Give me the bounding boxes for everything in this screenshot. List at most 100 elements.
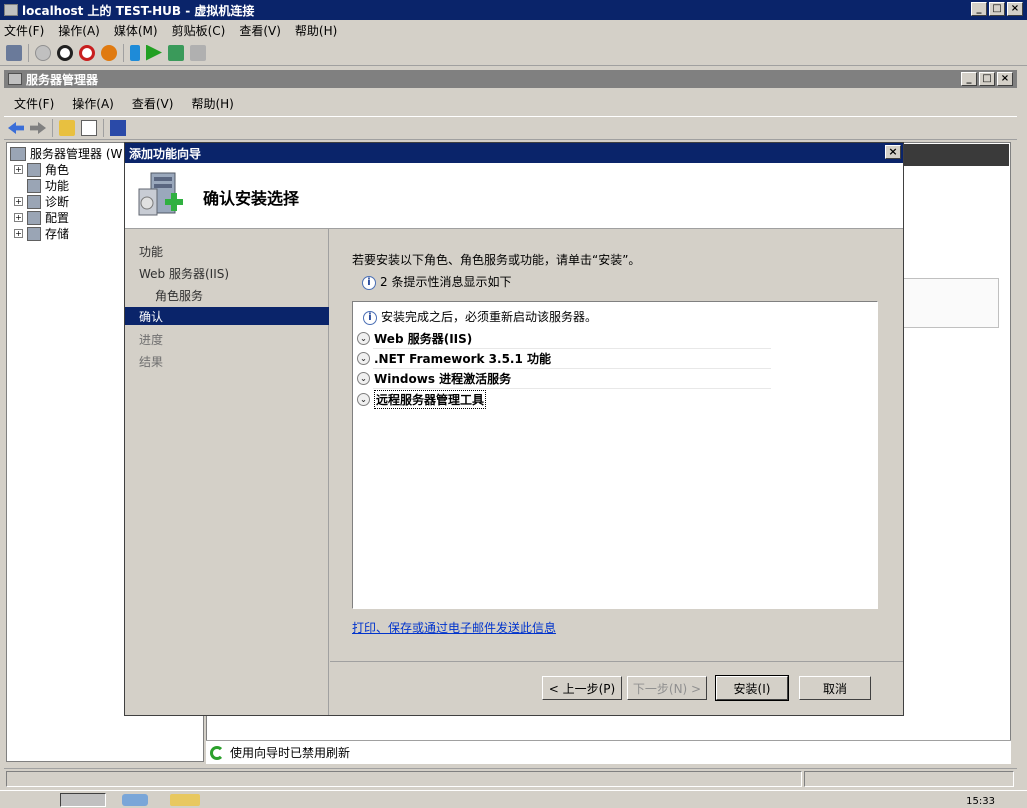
roles-icon [27,162,41,177]
back-button[interactable]: < 上一步(P) [542,676,622,700]
vm-menu-clipboard[interactable]: 剪贴板(C) [172,22,226,39]
confirmation-list[interactable]: i 安装完成之后，必须重新启动该服务器。 ⌄ Web 服务器(IIS) ⌄ .NE… [352,301,878,609]
warning-count: i 2 条提示性消息显示如下 [362,273,511,290]
start-icon[interactable] [35,44,51,61]
wizard-step-confirmation[interactable]: 确认 [125,307,329,325]
sm-maximize-button[interactable]: □ [979,72,995,86]
maximize-button[interactable]: □ [989,2,1005,16]
revert-icon[interactable] [190,44,206,61]
wizard-step-web-server[interactable]: Web 服务器(IIS) [139,265,229,282]
tree-item-features[interactable]: 功能 [27,177,69,194]
print-save-email-link[interactable]: 打印、保存或通过电子邮件发送此信息 [352,619,556,636]
result-net-framework[interactable]: ⌄ .NET Framework 3.5.1 功能 [357,350,551,367]
vm-menu-media[interactable]: 媒体(M) [114,22,158,39]
explorer-icon[interactable] [170,794,200,806]
taskbar [0,790,1027,808]
ctrl-alt-del-icon[interactable] [6,44,22,61]
sm-menu-file[interactable]: 文件(F) [14,95,54,112]
chevron-down-icon[interactable]: ⌄ [357,352,370,365]
info-icon: i [363,310,377,325]
result-was[interactable]: ⌄ Windows 进程激活服务 [357,370,511,387]
tree-item-configuration[interactable]: + 配置 [14,209,69,226]
tree-label: 存储 [45,227,70,241]
sm-toolbar [4,116,1017,140]
dialog-close-button[interactable]: × [885,145,901,159]
expand-icon[interactable]: + [14,165,23,174]
dialog-titlebar: 添加功能向导 × [125,143,903,163]
expand-icon[interactable]: + [14,229,23,238]
warning-count-text: 2 条提示性消息显示如下 [380,275,512,289]
chevron-down-icon[interactable]: ⌄ [357,332,370,345]
chevron-down-icon[interactable]: ⌄ [357,372,370,385]
sm-close-button[interactable]: × [997,72,1013,86]
info-icon: i [362,275,376,290]
next-button: 下一步(N) > [627,676,707,700]
wizard-step-confirmation-label: 确认 [139,310,164,324]
sm-menubar: 文件(F) 操作(A) 查看(V) 帮助(H) [4,92,1017,114]
tree-label: 配置 [45,211,70,225]
dialog-page-title: 确认安装选择 [203,189,300,208]
forward-arrow-icon[interactable] [30,122,46,134]
dialog-title: 添加功能向导 [129,146,202,161]
sm-refresh-status: 使用向导时已禁用刷新 [206,740,1011,764]
sm-menu-view[interactable]: 查看(V) [132,95,174,112]
vm-menu-view[interactable]: 查看(V) [239,22,281,39]
power-icon[interactable] [101,44,117,61]
tree-root[interactable]: 服务器管理器 (W [10,145,122,162]
sm-menu-help[interactable]: 帮助(H) [191,95,233,112]
server-icon [10,146,26,161]
vm-connect-icon [4,4,18,16]
minimize-button[interactable]: _ [971,2,987,16]
add-features-wizard: 添加功能向导 × 确认安装选择 功能 Web 服务器(IIS) 角色服务 确认 … [124,142,904,716]
snapshot-icon[interactable] [168,44,184,61]
install-button[interactable]: 安装(I) [715,675,789,701]
shutdown-icon[interactable] [79,44,95,61]
server-manager-titlebar: 服务器管理器 _ □ × [4,70,1017,88]
vm-menu-help[interactable]: 帮助(H) [295,22,337,39]
refresh-status-text: 使用向导时已禁用刷新 [230,746,351,760]
tree-label: 功能 [45,179,70,193]
chevron-down-icon[interactable]: ⌄ [357,393,370,406]
expand-icon[interactable]: + [14,213,23,222]
row-divider [373,348,771,349]
dialog-header: 确认安装选择 [125,163,903,229]
restart-notice: i 安装完成之后，必须重新启动该服务器。 [363,308,597,325]
tree-item-storage[interactable]: + 存储 [14,225,69,242]
turn-off-icon[interactable] [57,44,73,61]
server-manager-icon [8,73,22,85]
cancel-button[interactable]: 取消 [799,676,871,700]
back-arrow-icon[interactable] [8,122,24,134]
sm-minimize-button[interactable]: _ [961,72,977,86]
help-icon[interactable] [110,120,126,136]
result-label: Web 服务器(IIS) [374,332,473,346]
vm-menu-file[interactable]: 文件(F) [4,22,44,39]
wizard-step-role-services[interactable]: 角色服务 [155,287,203,304]
result-label: Windows 进程激活服务 [374,372,512,386]
show-hide-tree-icon[interactable] [81,120,97,136]
powershell-icon[interactable] [122,794,148,806]
tree-item-diagnostics[interactable]: + 诊断 [14,193,69,210]
sm-menu-action[interactable]: 操作(A) [72,95,114,112]
vm-menu-action[interactable]: 操作(A) [58,22,100,39]
tree-label: 角色 [45,163,70,177]
resume-icon[interactable] [146,44,162,61]
tree-root-label: 服务器管理器 (W [30,147,123,161]
up-folder-icon[interactable] [59,120,75,136]
wizard-step-features[interactable]: 功能 [139,243,163,260]
close-button[interactable]: × [1007,2,1023,16]
pause-icon[interactable] [130,44,140,61]
expand-icon[interactable]: + [14,197,23,206]
result-rsat[interactable]: ⌄ 远程服务器管理工具 [357,390,487,409]
wizard-footer: < 上一步(P) 下一步(N) > 安装(I) 取消 [330,661,903,715]
row-divider [373,388,771,389]
status-cell [6,771,802,787]
result-web-server[interactable]: ⌄ Web 服务器(IIS) [357,330,472,347]
storage-icon [27,226,41,241]
vm-titlebar: localhost 上的 TEST-HUB - 虚拟机连接 _ □ × [0,0,1027,20]
taskbar-clock: 15:33 [966,796,995,807]
refresh-icon [210,745,224,760]
tree-item-roles[interactable]: + 角色 [14,161,69,178]
wizard-step-results: 结果 [139,355,164,369]
diagnostics-icon [27,194,41,209]
taskbar-server-manager-button[interactable] [60,793,106,807]
